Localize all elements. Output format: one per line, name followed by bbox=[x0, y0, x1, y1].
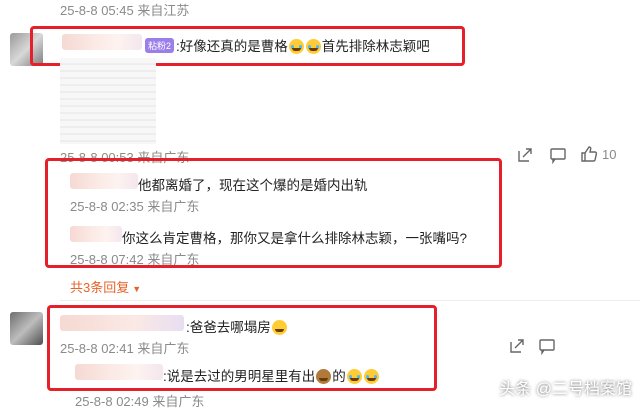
divider bbox=[60, 300, 640, 301]
like-icon[interactable] bbox=[580, 145, 598, 163]
comment-time-meta: 25-8-8 05:45 来自江苏 bbox=[60, 3, 190, 18]
comment-text-part-b: 首先排除林志颖吧 bbox=[321, 39, 430, 54]
crying-emoji-icon bbox=[288, 39, 304, 54]
comment-text-body: :爸爸去哪塌房 bbox=[186, 320, 271, 335]
username-blurred bbox=[70, 173, 138, 189]
crying-emoji-icon bbox=[305, 39, 321, 54]
reply-text: :说是去过的男明星里有出 的 bbox=[163, 365, 380, 385]
username-blurred bbox=[62, 34, 142, 50]
share-icon[interactable] bbox=[516, 146, 534, 164]
avatar[interactable] bbox=[10, 312, 43, 345]
view-replies-link[interactable]: 共3条回复 ▼ bbox=[70, 277, 141, 296]
comment-text: :爸爸去哪塌房 bbox=[186, 316, 288, 336]
comment-icon[interactable] bbox=[549, 146, 567, 164]
comment-icon[interactable] bbox=[538, 337, 556, 355]
view-replies-label: 共3条回复 bbox=[70, 280, 130, 295]
reply-text-part-b: 的 bbox=[332, 369, 346, 384]
reply-time-meta: 25-8-8 07:42 来自广东 bbox=[70, 252, 200, 267]
fan-badge: 粘粉2 bbox=[145, 38, 175, 53]
reply-text: 你这么肯定曹格，那你又是拿什么排除林志颖，一张嘴吗? bbox=[122, 231, 468, 246]
share-icon[interactable] bbox=[508, 337, 526, 355]
thinking-emoji-icon bbox=[271, 320, 287, 335]
caret-down-icon: ▼ bbox=[132, 284, 142, 294]
reply-text-part-a: :说是去过的男明星里有出 bbox=[163, 369, 316, 384]
username-blurred bbox=[60, 315, 184, 331]
comment-time-meta: 25-8-8 02:41 来自广东 bbox=[60, 341, 190, 356]
crying-emoji-icon bbox=[363, 369, 379, 384]
reply-text: 他都离婚了，现在这个爆的是婚内出轨 bbox=[138, 178, 368, 193]
reply-time-meta: 25-8-8 02:49 来自广东 bbox=[75, 394, 205, 409]
comment-text: 粘粉2:好像还真的是曹格 首先排除林志颖吧 bbox=[145, 35, 430, 55]
crying-emoji-icon bbox=[346, 369, 362, 384]
like-count: 10 bbox=[602, 147, 617, 162]
comment-text-part-a: :好像还真的是曹格 bbox=[176, 39, 288, 54]
poop-emoji-icon bbox=[316, 369, 332, 384]
username-blurred bbox=[70, 226, 122, 242]
watermark: 头条 @二号档案馆 bbox=[499, 381, 632, 398]
username-blurred bbox=[75, 364, 163, 380]
comment-image-thumbnail[interactable] bbox=[60, 58, 156, 144]
reply-time-meta: 25-8-8 02:35 来自广东 bbox=[70, 199, 200, 214]
